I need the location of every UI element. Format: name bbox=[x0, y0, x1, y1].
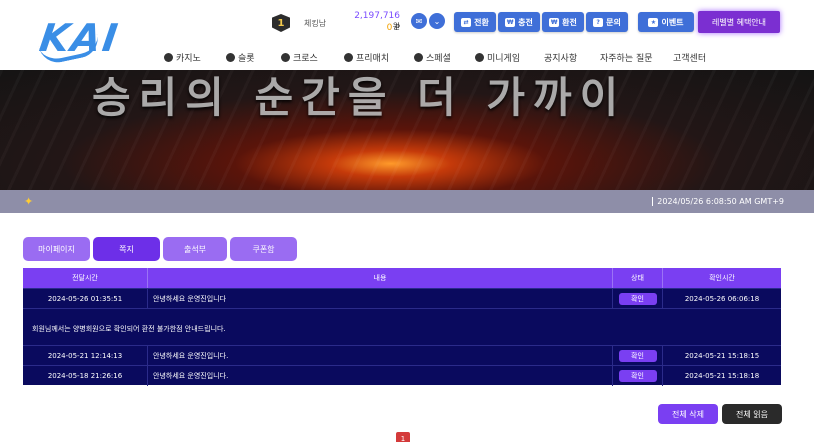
hero-banner: 승리의 순간을 더 가까이 bbox=[0, 70, 814, 190]
cell-content[interactable]: 안녕하세요 운영진입니다 bbox=[148, 289, 613, 309]
balance-value: 2,197,716 bbox=[354, 11, 400, 21]
header-read-time: 확인시간 bbox=[709, 274, 735, 282]
chevron-down-icon[interactable]: ⌄ bbox=[429, 13, 445, 29]
deposit-icon: ₩ bbox=[505, 17, 516, 27]
event-label: 이벤트 bbox=[661, 17, 684, 27]
soccer-ball-icon bbox=[281, 52, 290, 62]
casino-icon bbox=[164, 52, 173, 62]
nav-slot-label: 슬롯 bbox=[238, 53, 255, 64]
points-value: 0 bbox=[386, 23, 393, 33]
mail-icon[interactable]: ✉ bbox=[411, 13, 427, 29]
read-all-button[interactable]: 전체 읽음 bbox=[722, 404, 782, 424]
nav-minigame[interactable]: 미니게임 bbox=[475, 50, 520, 64]
exchange-button[interactable]: ⇄ 전환 bbox=[454, 12, 496, 32]
event-button[interactable]: ★ 이벤트 bbox=[638, 12, 694, 32]
deposit-button[interactable]: ₩ 충전 bbox=[498, 12, 540, 32]
nav-prematch[interactable]: 프리매치 bbox=[344, 50, 389, 64]
withdraw-label: 환전 bbox=[562, 17, 577, 27]
nav-cross-label: 크로스 bbox=[293, 53, 318, 64]
notice-bar: ✦ 2024/05/26 6:08:50 AM GMT+9 bbox=[0, 190, 814, 213]
nav-cross[interactable]: 크로스 bbox=[281, 50, 318, 64]
header-sent-time: 전달시간 bbox=[23, 268, 148, 288]
tab-messages[interactable]: 쪽지 bbox=[93, 237, 160, 261]
cell-status: 확인 bbox=[613, 346, 663, 366]
cell-read-time: 2024-05-21 15:18:15 bbox=[684, 352, 760, 360]
exchange-label: 전환 bbox=[474, 17, 489, 27]
soccer-ball-icon bbox=[344, 52, 353, 62]
tab-attendance[interactable]: 출석부 bbox=[163, 237, 227, 261]
withdraw-icon: ₩ bbox=[549, 17, 560, 27]
username: 체킹남 bbox=[304, 18, 327, 28]
cell-content[interactable]: 안녕하세요 운영진입니다. bbox=[148, 366, 613, 386]
logo[interactable]: KAI bbox=[36, 14, 150, 67]
user-area: 1 체킹남 bbox=[272, 12, 326, 34]
soccer-ball-icon bbox=[414, 52, 423, 62]
inquiry-button[interactable]: ? 문의 bbox=[586, 12, 628, 32]
expanded-message: 회원님께서는 양병회원으로 확인되어 환전 불가한점 안내드립니다. bbox=[23, 308, 781, 345]
points-unit: P bbox=[395, 23, 400, 32]
nav-slot[interactable]: 슬롯 bbox=[226, 50, 255, 64]
table-row[interactable]: 2024-05-18 21:26:16 안녕하세요 운영진입니다. 확인 202… bbox=[23, 365, 781, 386]
delete-all-button[interactable]: 전체 삭제 bbox=[658, 404, 718, 424]
cell-status: 확인 bbox=[613, 289, 663, 309]
tab-coupons[interactable]: 쿠폰함 bbox=[230, 237, 297, 261]
banner-text: 승리의 순간을 더 가까이 bbox=[92, 73, 627, 122]
nav-special[interactable]: 스페셜 bbox=[414, 50, 451, 64]
nav-prematch-label: 프리매치 bbox=[356, 53, 390, 64]
level-benefit-button[interactable]: 레벨별 혜택안내 bbox=[698, 11, 780, 33]
points: 0 P bbox=[376, 23, 400, 33]
message-table: 전달시간 내용 상태 확인시간 2024-05-26 01:35:51 안녕하세… bbox=[23, 268, 781, 386]
header: KAI 1 체킹남 2,197,716 원 0 P ✉ ⌄ ⇄ 전환 ₩ 충전 … bbox=[0, 0, 814, 70]
slot-icon bbox=[226, 52, 235, 62]
gift-icon: ★ bbox=[648, 17, 659, 27]
inquiry-label: 문의 bbox=[606, 17, 621, 27]
headset-icon: ? bbox=[593, 17, 604, 27]
expanded-message-text: 회원님께서는 양병회원으로 확인되어 환전 불가한점 안내드립니다. bbox=[32, 325, 226, 333]
tab-mypage[interactable]: 마이페이지 bbox=[23, 237, 90, 261]
cell-content[interactable]: 안녕하세요 운영진입니다. bbox=[148, 346, 613, 366]
table-row[interactable]: 2024-05-26 01:35:51 안녕하세요 운영진입니다 확인 2024… bbox=[23, 288, 781, 309]
cell-sent-time: 2024-05-18 21:26:16 bbox=[23, 366, 148, 386]
gamepad-icon bbox=[475, 52, 484, 62]
megaphone-icon: ✦ bbox=[24, 195, 34, 208]
nav-special-label: 스페셜 bbox=[426, 53, 451, 64]
nav-casino-label: 카지노 bbox=[176, 53, 201, 64]
pagination-page-1[interactable]: 1 bbox=[396, 432, 410, 442]
cell-read-time: 2024-05-21 15:18:18 bbox=[684, 372, 760, 380]
cell-read-time: 2024-05-26 06:06:18 bbox=[684, 295, 760, 303]
table-row[interactable]: 2024-05-21 12:14:13 안녕하세요 운영진입니다. 확인 202… bbox=[23, 345, 781, 366]
nav-notice[interactable]: 공지사항 bbox=[544, 50, 577, 64]
page: KAI 1 체킹남 2,197,716 원 0 P ✉ ⌄ ⇄ 전환 ₩ 충전 … bbox=[0, 0, 814, 442]
status-badge: 확인 bbox=[618, 370, 657, 382]
status-badge: 확인 bbox=[618, 293, 657, 305]
cell-sent-time: 2024-05-26 01:35:51 bbox=[23, 289, 148, 309]
header-status: 상태 bbox=[613, 268, 663, 288]
level-badge: 1 bbox=[272, 14, 290, 32]
status-badge: 확인 bbox=[618, 350, 657, 362]
cell-status: 확인 bbox=[613, 366, 663, 386]
table-header: 전달시간 내용 상태 확인시간 bbox=[23, 268, 781, 288]
nav-support[interactable]: 고객센터 bbox=[673, 50, 706, 64]
nav-casino[interactable]: 카지노 bbox=[164, 50, 201, 64]
header-content: 내용 bbox=[148, 268, 613, 288]
server-time: 2024/05/26 6:08:50 AM GMT+9 bbox=[652, 197, 784, 206]
nav-minigame-label: 미니게임 bbox=[487, 53, 521, 64]
exchange-icon: ⇄ bbox=[461, 17, 472, 27]
deposit-label: 충전 bbox=[518, 17, 533, 27]
nav-faq[interactable]: 자주하는 질문 bbox=[600, 50, 653, 64]
logo-text: KAI bbox=[36, 16, 123, 60]
cell-sent-time: 2024-05-21 12:14:13 bbox=[23, 346, 148, 366]
withdraw-button[interactable]: ₩ 환전 bbox=[542, 12, 584, 32]
